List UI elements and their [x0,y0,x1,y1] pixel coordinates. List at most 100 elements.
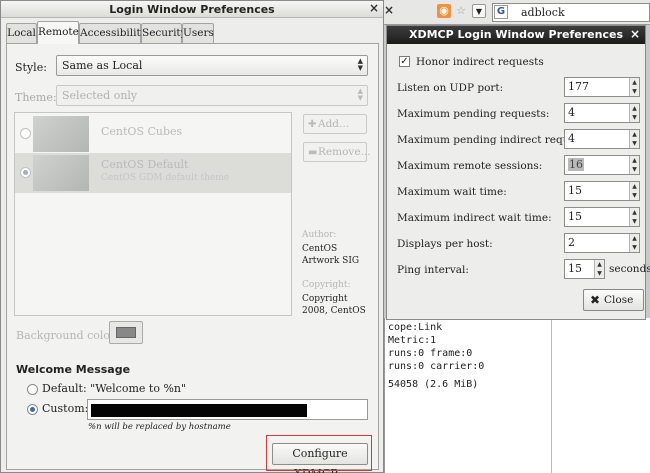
udp-port-value: 177 [568,80,589,93]
terminal-divider [551,318,552,473]
theme-radio[interactable] [20,167,31,178]
xdmcp-close-button[interactable]: ✖ Close [583,289,644,311]
highlight-box [266,435,372,471]
tab-accessibility[interactable]: Accessibility [79,23,147,43]
honor-indirect-checkbox[interactable]: ✓ [399,56,410,67]
max-pending-value: 4 [568,106,575,119]
spin-arrows-icon[interactable]: ▲ ▼ [629,182,639,200]
rss-icon[interactable]: ◉ [437,4,451,18]
tab-users[interactable]: Users [182,23,214,43]
combo-arrows-icon: ▲ ▼ [357,87,363,102]
colour-swatch [116,327,136,338]
style-label: Style: [15,61,47,74]
default-message-radio[interactable] [27,384,38,395]
browser-close-icon[interactable]: × [382,4,396,18]
theme-row-cubes[interactable]: CentOS Cubes [15,114,291,154]
tab-security[interactable]: Security [141,23,187,43]
style-value: Same as Local [62,59,143,72]
tab-local[interactable]: Local [6,23,37,43]
terminal-output: cope:Link Metric:1 runs:0 frame:0 runs:0… [384,318,650,473]
theme-list[interactable]: CentOS Cubes CentOS Default CentOS GDM d… [14,112,292,316]
minus-icon: ▬ [308,147,318,158]
max-wait-time-value: 15 [568,184,582,197]
spin-arrows-icon[interactable]: ▲ ▼ [629,130,639,148]
spin-arrows-icon[interactable]: ▲ ▼ [629,208,639,226]
max-remote-sessions-spin[interactable]: 16 ▲ ▼ [564,155,640,175]
main-window-title: Login Window Preferences [109,3,275,16]
ping-interval-spin[interactable]: 15 ▲ ▼ [564,259,605,279]
add-label: Add... [318,118,350,130]
default-message-label: Default: "Welcome to %n" [42,382,187,395]
tab-remote[interactable]: Remote [37,21,79,44]
displays-per-host-spin[interactable]: 2 ▲ ▼ [564,233,640,253]
spin-arrows-icon[interactable]: ▲ ▼ [629,234,639,252]
theme-radio[interactable] [20,128,31,139]
displays-per-host-value: 2 [568,236,575,249]
terminal-line: 54058 (2.6 MiB) [388,379,479,390]
max-indirect-wait-label: Maximum indirect wait time: [397,212,552,224]
ping-unit-label: seconds [609,263,650,275]
copyright-label: Copyright: [302,280,351,290]
terminal-line: cope:Link [388,322,443,333]
spin-arrows-icon[interactable]: ▲ ▼ [629,156,639,174]
ping-interval-value: 15 [568,262,582,275]
spin-arrows-icon[interactable]: ▲ ▼ [629,104,639,122]
displays-per-host-label: Displays per host: [397,238,493,250]
star-icon[interactable]: ☆ [454,4,468,18]
max-pending-label: Maximum pending requests: [397,108,550,120]
check-icon: ✓ [400,56,409,67]
xdmcp-preferences-dialog: XDMCP Login Window Preferences × ✓ Honor… [386,25,650,320]
spin-arrows-icon[interactable]: ▲ ▼ [629,78,639,96]
background-colour-button[interactable] [109,321,143,344]
author-value: CentOS Artwork SIG [302,244,360,266]
remove-label: Remove... [318,146,371,158]
udp-port-spin[interactable]: 177 ▲ ▼ [564,77,640,97]
xdmcp-close-icon[interactable]: × [628,28,642,42]
ping-interval-label: Ping interval: [397,264,469,276]
login-window-preferences-window: Login Window Preferences × Local Remote … [0,0,384,473]
main-titlebar[interactable]: Login Window Preferences [1,1,383,18]
terminal-line: runs:0 frame:0 [388,348,473,359]
plus-icon: ✚ [308,119,317,130]
max-wait-time-spin[interactable]: 15 ▲ ▼ [564,181,640,201]
max-pending-indirect-spin[interactable]: 4 ▲ ▼ [564,129,640,149]
theme-name: CentOS Default [101,158,189,171]
google-icon[interactable]: G [494,5,508,19]
search-input[interactable]: adblock [492,3,650,22]
custom-message-radio[interactable] [27,404,38,415]
theme-label: Theme: [15,91,57,104]
custom-message-label: Custom: [42,402,89,415]
search-text: adblock [521,6,565,19]
max-remote-sessions-value: 16 [568,158,584,171]
dropdown-icon[interactable]: ▼ [472,4,486,18]
main-close-icon[interactable]: × [367,2,381,16]
max-wait-time-label: Maximum wait time: [397,186,507,198]
close-button-label: Close [604,294,634,306]
max-pending-spin[interactable]: 4 ▲ ▼ [564,103,640,123]
theme-value: Selected only [62,89,138,102]
spin-arrows-icon[interactable]: ▲ ▼ [594,260,604,278]
welcome-message-heading: Welcome Message [16,363,131,376]
theme-combo[interactable]: Selected only ▲ ▼ [56,85,368,106]
browser-toolbar: × ◉ ☆ ▼ adblock G [384,0,650,25]
terminal-line: Metric:1 [388,335,437,346]
max-indirect-wait-spin[interactable]: 15 ▲ ▼ [564,207,640,227]
udp-port-label: Listen on UDP port: [397,82,504,94]
theme-row-default[interactable]: CentOS Default CentOS GDM default theme [15,153,291,193]
remove-theme-button[interactable]: ▬ Remove... [303,142,371,162]
max-remote-sessions-label: Maximum remote sessions: [397,160,543,172]
xdmcp-title: XDMCP Login Window Preferences [409,28,623,41]
max-pending-indirect-value: 4 [568,132,575,145]
combo-arrows-icon: ▲ ▼ [357,57,363,72]
add-theme-button[interactable]: ✚ Add... [303,114,367,134]
honor-indirect-label: Honor indirect requests [416,56,544,68]
terminal-line: runs:0 carrier:0 [388,361,485,372]
theme-description: CentOS GDM default theme [101,173,230,183]
xdmcp-titlebar[interactable]: XDMCP Login Window Preferences [387,26,645,44]
close-icon: ✖ [590,293,601,307]
style-combo[interactable]: Same as Local ▲ ▼ [56,55,368,76]
theme-name: CentOS Cubes [101,125,183,138]
theme-thumbnail [33,116,89,152]
author-label: Author: [302,230,337,240]
copyright-value: Copyright 2008, CentOS [302,294,366,316]
